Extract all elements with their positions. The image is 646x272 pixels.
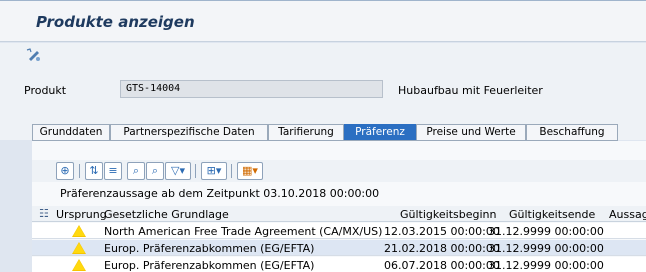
legal-basis-cell: North American Free Trade Agreement (CA/… xyxy=(104,225,383,238)
legal-basis-cell: Europ. Präferenzabkommen (EG/EFTA) xyxy=(104,259,315,272)
find-next-icon[interactable]: ⌕ xyxy=(146,162,164,180)
column-origin[interactable]: Ursprung xyxy=(56,208,107,221)
filter-dropdown-icon[interactable]: ▽▾ xyxy=(165,162,191,180)
tab-strip: Grunddaten Partnerspezifische Daten Tari… xyxy=(0,115,646,140)
valid-to-cell: 31.12.9999 00:00:00 xyxy=(488,242,604,255)
column-legal-basis[interactable]: Gesetzliche Grundlage xyxy=(104,208,229,221)
toolbar-separator xyxy=(79,164,80,178)
grid-header: ☷ Ursprung Gesetzliche Grundlage Gültigk… xyxy=(32,206,646,222)
tab-partnerspezifische-daten[interactable]: Partnerspezifische Daten xyxy=(110,124,268,140)
valid-from-cell: 21.02.2018 00:00:00 xyxy=(384,242,500,255)
warning-icon xyxy=(72,242,86,254)
toolbar-separator xyxy=(231,164,232,178)
layout-icon[interactable]: ▦▾ xyxy=(237,162,263,180)
tab-preise-und-werte[interactable]: Preise und Werte xyxy=(416,124,526,140)
export-icon[interactable]: ⊞▾ xyxy=(201,162,227,180)
tab-praeferenz[interactable]: Präferenz xyxy=(344,124,416,140)
sort-ascending-icon[interactable]: ⇅ xyxy=(85,162,103,180)
legal-basis-cell: Europ. Präferenzabkommen (EG/EFTA) xyxy=(104,242,315,255)
tab-beschaffung[interactable]: Beschaffung xyxy=(526,124,618,140)
toolbar-separator xyxy=(195,164,196,178)
details-icon[interactable]: ⊕ xyxy=(56,162,74,180)
product-field[interactable]: GTS-14004 xyxy=(120,80,383,98)
product-label: Produkt xyxy=(24,84,67,97)
tab-tarifierung[interactable]: Tarifierung xyxy=(268,124,344,140)
warning-icon xyxy=(72,225,86,237)
product-header: Produkt GTS-14004 Hubaufbau mit Feuerlei… xyxy=(0,67,646,115)
find-icon[interactable]: ⌕ xyxy=(127,162,145,180)
valid-from-cell: 12.03.2015 00:00:00 xyxy=(384,225,500,238)
preference-info: Präferenzaussage ab dem Zeitpunkt 03.10.… xyxy=(60,187,380,200)
column-valid-to[interactable]: Gültigkeitsende xyxy=(509,208,595,221)
page-title: Produkte anzeigen xyxy=(36,13,195,31)
valid-to-cell: 31.12.9999 00:00:00 xyxy=(488,225,604,238)
table-row[interactable]: Europ. Präferenzabkommen (EG/EFTA) 06.07… xyxy=(32,257,646,272)
display-change-icon[interactable] xyxy=(26,48,42,62)
product-description: Hubaufbau mit Feuerleiter xyxy=(398,84,543,97)
grid-settings-icon[interactable]: ☷ xyxy=(39,207,49,220)
grid-toolbar: ⊕ ⇅ ≡ ⌕ ⌕ ▽▾ ⊞▾ ▦▾ xyxy=(32,160,646,182)
table-row[interactable]: North American Free Trade Agreement (CA/… xyxy=(32,223,646,239)
valid-to-cell: 31.12.9999 00:00:00 xyxy=(488,259,604,272)
column-statement[interactable]: Aussage xyxy=(609,208,646,221)
valid-from-cell: 06.07.2018 00:00:00 xyxy=(384,259,500,272)
application-toolbar xyxy=(0,43,646,67)
tab-grunddaten[interactable]: Grunddaten xyxy=(32,124,110,140)
table-row[interactable]: Europ. Präferenzabkommen (EG/EFTA) 21.02… xyxy=(32,240,646,256)
filter-icon[interactable]: ≡ xyxy=(104,162,122,180)
column-valid-from[interactable]: Gültigkeitsbeginn xyxy=(400,208,496,221)
warning-icon xyxy=(72,259,86,271)
title-bar: Produkte anzeigen xyxy=(0,0,646,42)
